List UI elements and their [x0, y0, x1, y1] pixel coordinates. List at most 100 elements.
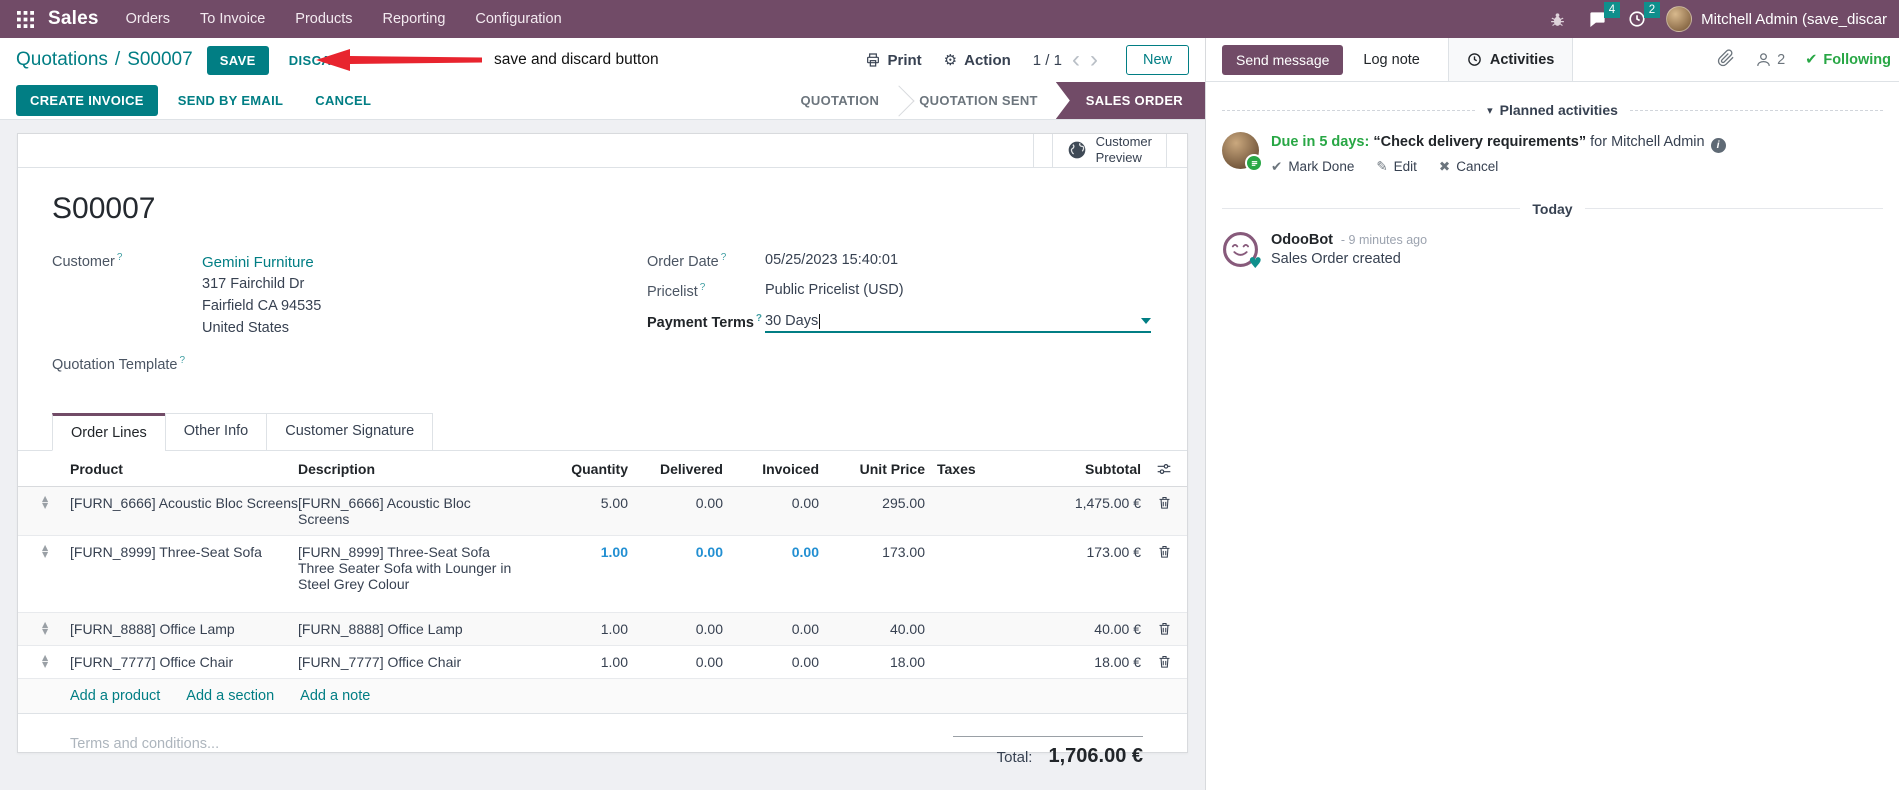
cell-unit-price[interactable]: 40.00 [819, 621, 925, 637]
cell-unit-price[interactable]: 295.00 [819, 495, 925, 511]
col-invoiced[interactable]: Invoiced [723, 461, 819, 477]
pricelist-value[interactable]: Public Pricelist (USD) [765, 282, 904, 300]
menu-products[interactable]: Products [282, 2, 365, 36]
customer-link[interactable]: Gemini Furniture [202, 252, 321, 275]
order-date-value[interactable]: 05/25/2023 15:40:01 [765, 252, 898, 270]
delete-row-button[interactable] [1141, 544, 1187, 559]
send-by-email-button[interactable]: SEND BY EMAIL [166, 85, 296, 116]
delete-row-button[interactable] [1141, 495, 1187, 510]
add-a-section-link[interactable]: Add a section [186, 688, 274, 704]
table-row[interactable]: ▲ ▼ [FURN_6666] Acoustic Bloc Screens [FU… [18, 487, 1187, 537]
menu-orders[interactable]: Orders [113, 2, 183, 36]
tab-other-info[interactable]: Other Info [164, 413, 268, 452]
tab-order-lines[interactable]: Order Lines [52, 413, 166, 452]
attachments-button[interactable] [1717, 49, 1735, 70]
add-a-note-link[interactable]: Add a note [300, 688, 370, 704]
help-marker: ? [720, 251, 727, 263]
terms-placeholder[interactable]: Terms and conditions... [70, 736, 219, 768]
log-note-button[interactable]: Log note [1349, 45, 1433, 75]
cell-quantity[interactable]: 5.00 [528, 495, 628, 511]
delete-row-button[interactable] [1141, 621, 1187, 636]
cell-delivered[interactable]: 0.00 [628, 544, 723, 560]
drag-handle-icon[interactable]: ▲ ▼ [18, 654, 70, 669]
cancel-activity-button[interactable]: ✖ Cancel [1439, 159, 1498, 175]
create-invoice-button[interactable]: CREATE INVOICE [16, 85, 158, 116]
action-button[interactable]: ⚙ Action [944, 51, 1011, 69]
cell-quantity[interactable]: 1.00 [528, 621, 628, 637]
table-row[interactable]: ▲ ▼ [FURN_8888] Office Lamp [FURN_8888] O… [18, 613, 1187, 647]
pager-previous-icon[interactable]: ‹ [1072, 48, 1080, 72]
cell-product[interactable]: [FURN_6666] Acoustic Bloc Screens [70, 495, 298, 511]
drag-handle-icon[interactable]: ▲ ▼ [18, 621, 70, 636]
activities-clock-icon[interactable]: 2 [1626, 2, 1661, 30]
discard-button[interactable]: DISCARD [279, 46, 361, 75]
user-menu[interactable]: Mitchell Admin (save_discar [1666, 6, 1887, 32]
cell-delivered[interactable]: 0.00 [628, 495, 723, 511]
col-product[interactable]: Product [70, 461, 298, 477]
menu-configuration[interactable]: Configuration [462, 2, 574, 36]
cell-unit-price[interactable]: 173.00 [819, 544, 925, 560]
cancel-button[interactable]: CANCEL [303, 85, 383, 116]
pencil-icon: ✎ [1376, 158, 1388, 175]
edit-activity-button[interactable]: ✎ Edit [1376, 159, 1417, 175]
info-icon[interactable]: i [1710, 137, 1726, 153]
menu-reporting[interactable]: Reporting [370, 2, 459, 36]
cell-invoiced[interactable]: 0.00 [723, 495, 819, 511]
cell-product[interactable]: [FURN_8888] Office Lamp [70, 621, 298, 637]
cell-invoiced[interactable]: 0.00 [723, 544, 819, 560]
app-title[interactable]: Sales [48, 8, 99, 30]
drag-handle-icon[interactable]: ▲ ▼ [18, 495, 70, 510]
table-row[interactable]: ▲ ▼ [FURN_7777] Office Chair [FURN_7777] … [18, 646, 1187, 680]
col-taxes[interactable]: Taxes [925, 461, 1003, 477]
cell-description[interactable]: [FURN_8888] Office Lamp [298, 621, 528, 637]
cell-description[interactable]: [FURN_6666] Acoustic Bloc Screens [298, 495, 528, 527]
cell-quantity[interactable]: 1.00 [528, 544, 628, 560]
state-quotation[interactable]: QUOTATION [782, 82, 897, 119]
send-message-button[interactable]: Send message [1222, 44, 1344, 75]
pager-next-icon[interactable]: › [1090, 48, 1098, 72]
optional-columns-button[interactable] [1141, 461, 1187, 477]
help-marker: ? [179, 355, 186, 367]
cell-invoiced[interactable]: 0.00 [723, 654, 819, 670]
delete-row-button[interactable] [1141, 654, 1187, 669]
col-description[interactable]: Description [298, 461, 528, 477]
cell-unit-price[interactable]: 18.00 [819, 654, 925, 670]
activities-tab[interactable]: Activities [1447, 38, 1574, 81]
mark-done-button[interactable]: ✔ Mark Done [1271, 159, 1354, 175]
payment-terms-input[interactable]: 30 Days [765, 313, 1151, 334]
cell-quantity[interactable]: 1.00 [528, 654, 628, 670]
drag-handle-icon[interactable]: ▲ ▼ [18, 544, 70, 559]
state-sales-order[interactable]: SALES ORDER [1055, 82, 1205, 119]
cell-product[interactable]: [FURN_8999] Three-Seat Sofa [70, 544, 298, 560]
col-unit-price[interactable]: Unit Price [819, 461, 925, 477]
save-button[interactable]: SAVE [206, 45, 269, 75]
new-button[interactable]: New [1125, 45, 1189, 75]
add-a-product-link[interactable]: Add a product [70, 688, 160, 704]
customer-preview-button[interactable]: Customer Preview [1051, 134, 1167, 167]
cell-invoiced[interactable]: 0.00 [723, 621, 819, 637]
cell-delivered[interactable]: 0.00 [628, 621, 723, 637]
followers-button[interactable]: 2 [1755, 51, 1785, 68]
cell-product[interactable]: [FURN_7777] Office Chair [70, 654, 298, 670]
following-button[interactable]: ✔ Following [1805, 52, 1891, 68]
cell-delivered[interactable]: 0.00 [628, 654, 723, 670]
state-quotation-sent[interactable]: QUOTATION SENT [901, 82, 1056, 119]
planned-activities-toggle[interactable]: ▾ Planned activities [1487, 102, 1618, 118]
cell-description[interactable]: [FURN_8999] Three-Seat Sofa Three Seater … [298, 544, 528, 592]
cell-description[interactable]: [FURN_7777] Office Chair [298, 654, 528, 670]
col-quantity[interactable]: Quantity [528, 461, 628, 477]
check-icon: ✔ [1805, 51, 1818, 68]
col-delivered[interactable]: Delivered [628, 461, 723, 477]
print-button[interactable]: Print [865, 52, 922, 69]
table-row[interactable]: ▲ ▼ [FURN_8999] Three-Seat Sofa [FURN_899… [18, 536, 1187, 614]
status-pipeline: QUOTATION QUOTATION SENT SALES ORDER [782, 82, 1205, 119]
menu-to-invoice[interactable]: To Invoice [187, 2, 278, 36]
messages-icon[interactable]: 4 [1586, 2, 1621, 30]
debug-bug-icon[interactable] [1546, 8, 1568, 30]
apps-grid-icon[interactable] [10, 4, 40, 34]
tab-customer-signature[interactable]: Customer Signature [266, 413, 434, 452]
chevron-down-icon[interactable] [1141, 318, 1151, 325]
breadcrumb-quotations[interactable]: Quotations [16, 49, 108, 71]
message-author[interactable]: OdooBot [1271, 232, 1333, 248]
col-subtotal[interactable]: Subtotal [1003, 461, 1141, 477]
